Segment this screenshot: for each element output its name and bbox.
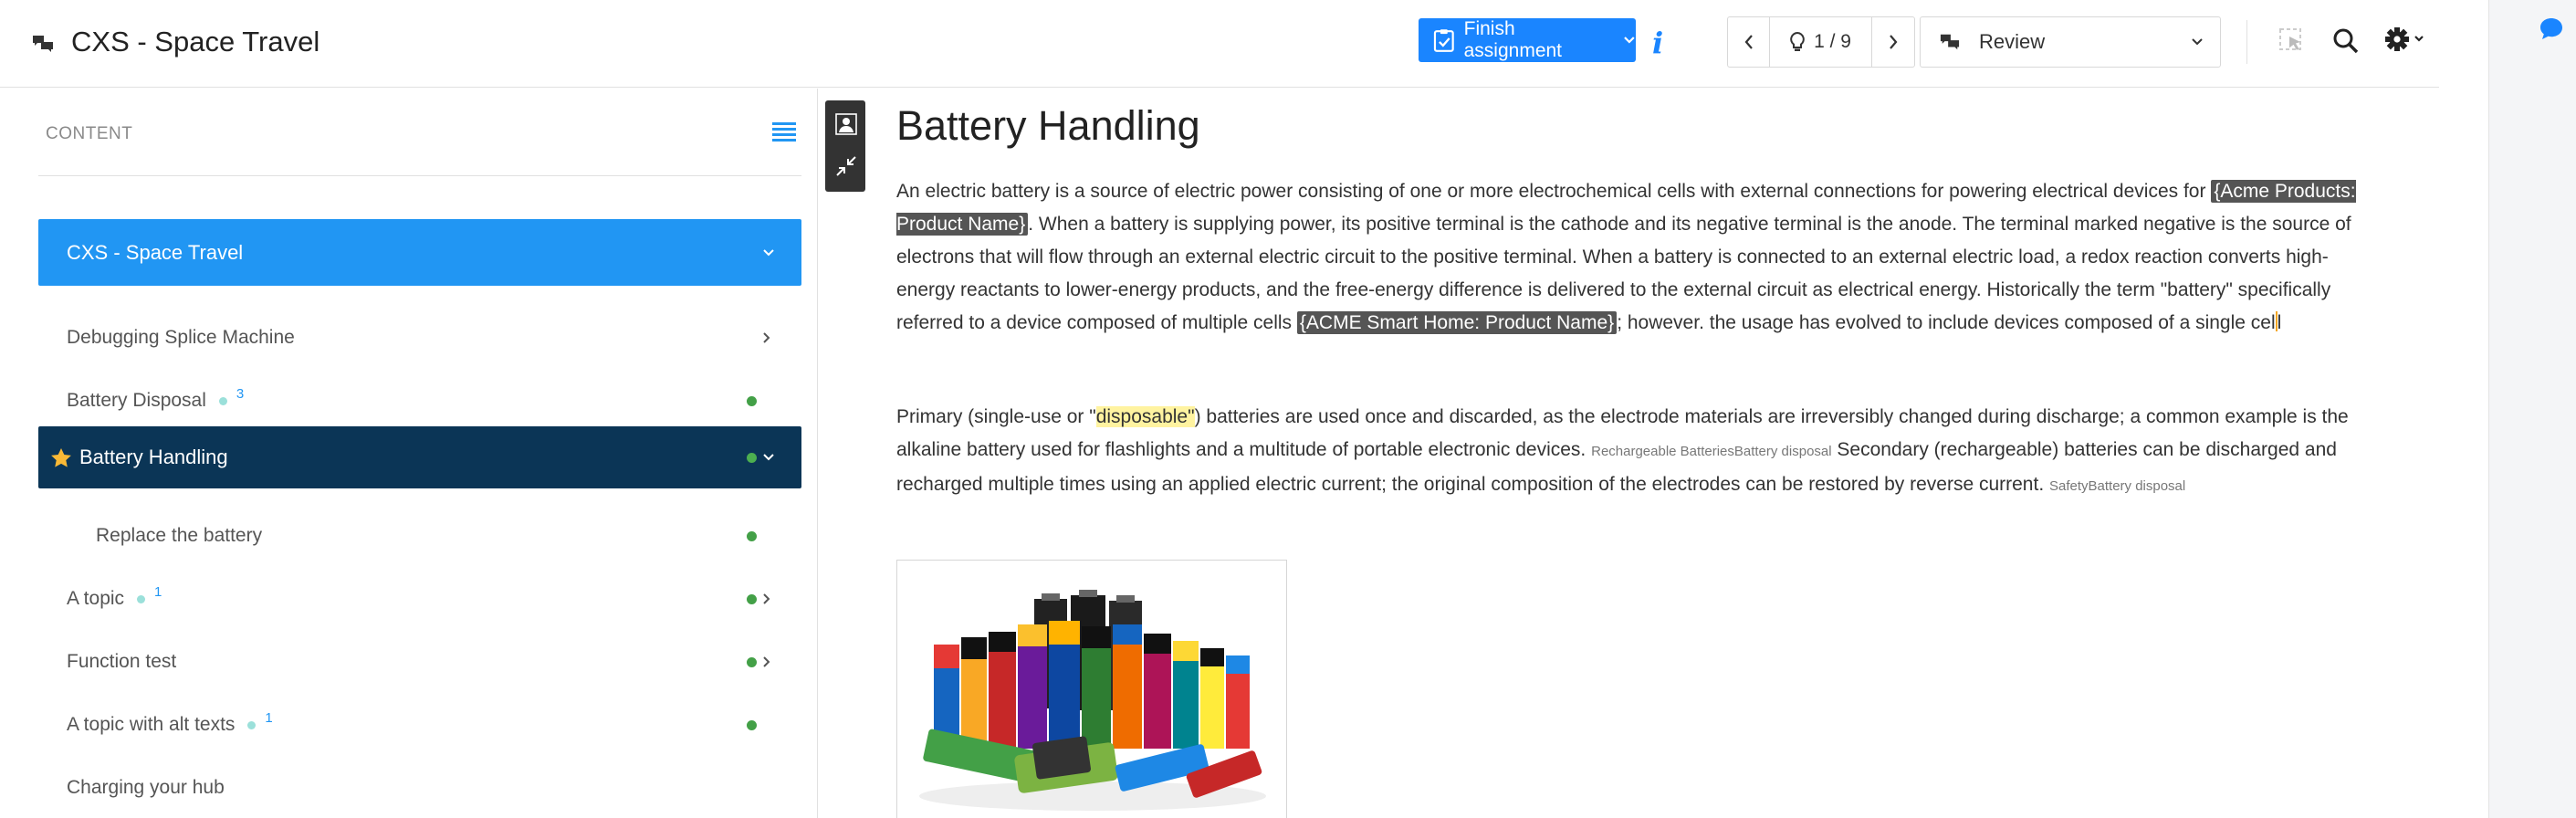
review-mode-label: Review bbox=[1979, 30, 2046, 53]
status-dot bbox=[747, 719, 757, 730]
toc-item-label: CXS - Space Travel bbox=[67, 240, 244, 264]
chevron-left-icon bbox=[1744, 35, 1753, 49]
article-paragraph: Primary (single-use or "disposable") bat… bbox=[896, 401, 2372, 503]
highlighted-text[interactable]: disposable" bbox=[1095, 406, 1195, 427]
toc-item-active[interactable]: Battery Handling bbox=[38, 426, 801, 488]
article-title: Battery Handling bbox=[896, 102, 1200, 149]
toc-item[interactable]: Replace the battery bbox=[38, 513, 801, 559]
paragraph-text: l bbox=[2277, 312, 2282, 333]
status-dot bbox=[747, 530, 757, 541]
toc-item[interactable]: Function test bbox=[38, 639, 801, 685]
toc-item-label: Replace the battery bbox=[96, 525, 263, 546]
toc-item[interactable]: Battery Disposal 3 bbox=[38, 378, 801, 424]
info-icon[interactable]: i bbox=[1652, 26, 1663, 60]
table-of-contents-icon[interactable] bbox=[772, 121, 796, 143]
next-button[interactable] bbox=[1872, 17, 1914, 67]
content-section-label: CONTENT bbox=[46, 124, 133, 143]
content-sidebar: CONTENT CXS - Space Travel Debugging Spl… bbox=[0, 89, 818, 818]
review-mode-select[interactable]: Review bbox=[1920, 16, 2221, 68]
toc-item-label: Debugging Splice Machine bbox=[67, 327, 295, 348]
paragraph-text: ; however. the usage has evolved to incl… bbox=[1617, 312, 2276, 333]
toc-item-label: Battery Disposal bbox=[67, 390, 206, 411]
app-header: CXS - Space Travel Finish assignment i 1… bbox=[0, 0, 2439, 88]
divider bbox=[38, 175, 801, 176]
paragraph-text: Primary (single-use or " bbox=[896, 406, 1096, 427]
pointer-cursor-icon[interactable] bbox=[2278, 27, 2306, 55]
chevron-right-icon[interactable] bbox=[762, 331, 771, 344]
status-dot bbox=[747, 395, 757, 406]
chevron-down-icon[interactable] bbox=[762, 453, 775, 462]
comment-count: 1 bbox=[154, 583, 162, 600]
chevron-down-icon bbox=[1624, 37, 1635, 44]
article-paragraph: An electric battery is a source of elect… bbox=[896, 175, 2372, 340]
toc-root-item[interactable]: CXS - Space Travel bbox=[38, 219, 801, 286]
star-icon bbox=[51, 447, 71, 467]
toc-item[interactable]: A topic with alt texts 1 bbox=[38, 702, 801, 748]
index-term-tag[interactable]: SafetyBattery disposal bbox=[2049, 478, 2185, 494]
toc-item-label: A topic with alt texts bbox=[67, 714, 236, 735]
search-icon[interactable] bbox=[2332, 27, 2360, 55]
topic-counter-text: 1 / 9 bbox=[1814, 31, 1851, 52]
status-dot bbox=[747, 452, 757, 463]
right-side-rail bbox=[2488, 0, 2576, 818]
comment-dot bbox=[218, 396, 227, 405]
collapse-icon[interactable] bbox=[835, 155, 857, 177]
comment-dot bbox=[247, 720, 257, 729]
index-term-tag[interactable]: Rechargeable BatteriesBattery disposal bbox=[1591, 444, 1831, 459]
toc-item-label: Battery Handling bbox=[79, 446, 228, 468]
gear-icon[interactable] bbox=[2384, 26, 2428, 53]
lightbulb-icon bbox=[1790, 32, 1805, 51]
chat-bubble-icon[interactable] bbox=[2539, 16, 2564, 40]
finish-assignment-label: Finish assignment bbox=[1463, 18, 1563, 61]
chevron-right-icon[interactable] bbox=[762, 593, 771, 605]
chevron-down-icon[interactable] bbox=[762, 248, 775, 257]
toc-item[interactable]: Charging your hub bbox=[38, 765, 801, 811]
variable-placeholder[interactable]: {ACME Smart Home: Product Name} bbox=[1296, 311, 1618, 334]
user-comment-icon[interactable] bbox=[835, 113, 857, 135]
clipboard-check-icon bbox=[1433, 29, 1454, 52]
previous-button[interactable] bbox=[1728, 17, 1770, 67]
chevron-right-icon bbox=[1890, 35, 1898, 49]
comment-dot bbox=[137, 594, 146, 603]
review-bubbles-icon bbox=[33, 36, 53, 52]
toc-item[interactable]: Debugging Splice Machine bbox=[38, 315, 801, 361]
batteries-image bbox=[896, 560, 1287, 818]
comment-count: 3 bbox=[236, 385, 245, 402]
status-dot bbox=[747, 656, 757, 667]
toc-item[interactable]: A topic 1 bbox=[38, 576, 801, 622]
comment-count: 1 bbox=[265, 709, 273, 726]
toc-item-label: Charging your hub bbox=[67, 777, 225, 798]
chevron-right-icon[interactable] bbox=[762, 655, 771, 668]
finish-assignment-button[interactable]: Finish assignment bbox=[1419, 18, 1636, 62]
review-tool-strip bbox=[825, 100, 865, 192]
topic-counter[interactable]: 1 / 9 bbox=[1770, 17, 1872, 67]
header-divider bbox=[2246, 20, 2247, 64]
toc-item-label: Function test bbox=[67, 651, 177, 672]
batteries-illustration bbox=[919, 590, 1266, 811]
paragraph-text: An electric battery is a source of elect… bbox=[896, 181, 2212, 202]
toc-item-label: A topic bbox=[67, 588, 125, 609]
topic-navigator: 1 / 9 bbox=[1727, 16, 1915, 68]
chevron-down-icon bbox=[2192, 38, 2203, 46]
review-bubbles-icon bbox=[1940, 34, 1960, 50]
status-dot bbox=[747, 593, 757, 604]
app-title: CXS - Space Travel bbox=[71, 26, 320, 58]
